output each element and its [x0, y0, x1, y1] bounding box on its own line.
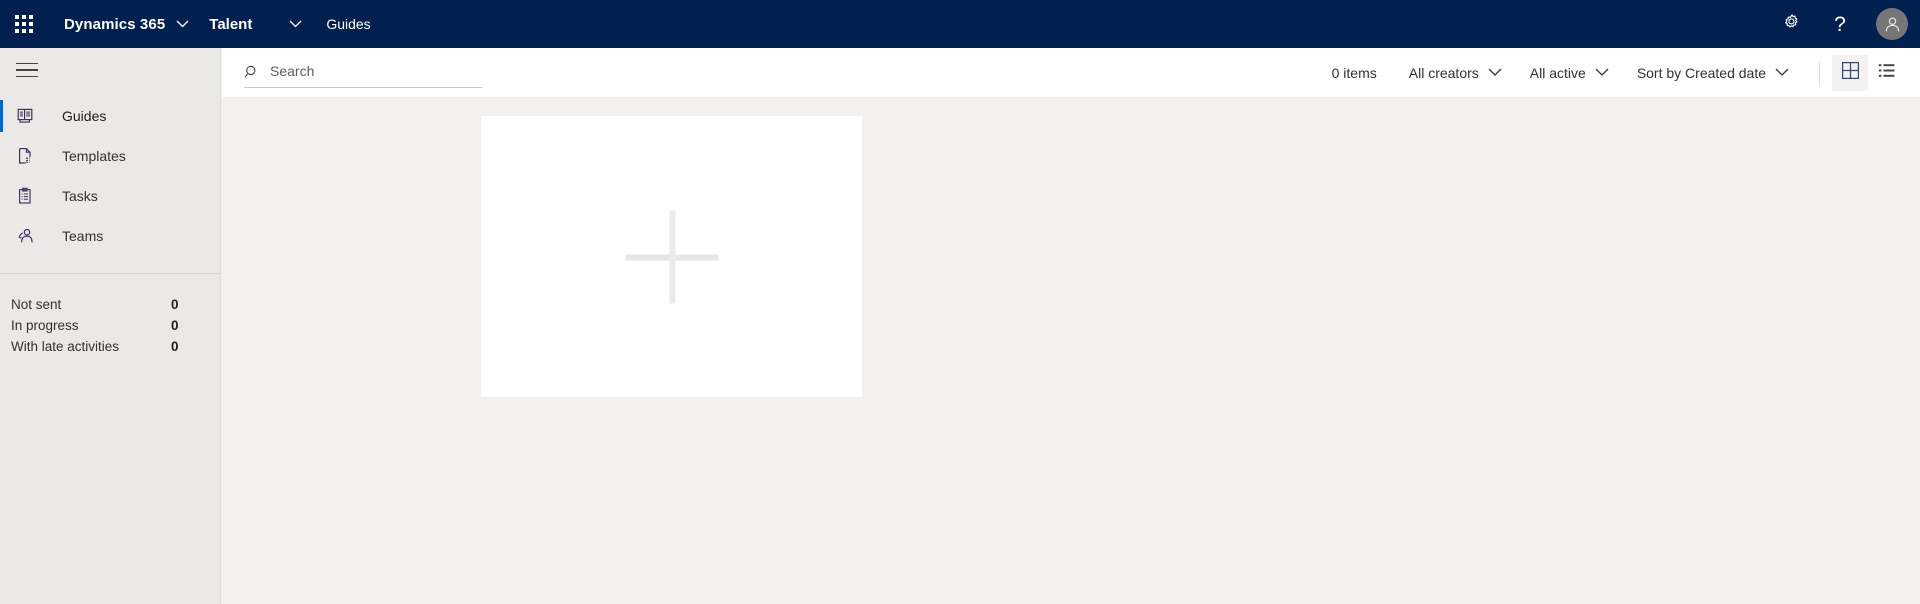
stat-row: In progress 0 — [11, 315, 220, 336]
command-bar-separator — [1819, 60, 1820, 85]
module-dropdown-button[interactable] — [278, 0, 312, 48]
brand-dropdown-button[interactable] — [165, 0, 199, 48]
user-account-button[interactable] — [1864, 0, 1920, 48]
create-new-guide-card[interactable] — [481, 116, 862, 397]
brand-title[interactable]: Dynamics 365 — [64, 16, 165, 33]
sidebar-nav-list: Guides Templates Tasks Teams — [0, 96, 220, 256]
grid-view-button[interactable] — [1832, 54, 1868, 91]
sidebar-item-tasks[interactable]: Tasks — [0, 176, 220, 216]
people-team-icon — [14, 225, 36, 247]
chevron-down-icon — [176, 20, 189, 28]
top-navigation-bar: Dynamics 365 Talent Guides ? — [0, 0, 1920, 48]
main-content-area — [222, 97, 1920, 604]
avatar — [1876, 8, 1908, 40]
sidebar-item-guides[interactable]: Guides — [0, 96, 220, 136]
stat-row: With late activities 0 — [11, 336, 220, 357]
clipboard-task-icon — [14, 185, 36, 207]
sidebar-item-teams[interactable]: Teams — [0, 216, 220, 256]
question-mark-icon: ? — [1834, 12, 1846, 36]
sidebar: Guides Templates Tasks Teams Not sent 0 … — [0, 48, 221, 604]
search-magnifier-icon — [244, 64, 266, 80]
help-button[interactable]: ? — [1816, 0, 1864, 48]
app-launcher-button[interactable] — [0, 0, 48, 48]
plus-icon — [625, 210, 718, 303]
filter-label: All active — [1529, 64, 1586, 81]
breadcrumb[interactable]: Guides — [326, 16, 370, 32]
search-input[interactable] — [266, 63, 466, 81]
stat-value: 0 — [171, 339, 179, 354]
settings-button[interactable] — [1768, 0, 1816, 48]
document-page-icon — [14, 145, 36, 167]
selection-indicator — [0, 100, 3, 132]
stat-label: In progress — [11, 318, 79, 333]
chevron-down-icon — [1595, 68, 1609, 77]
filter-all-active[interactable]: All active — [1524, 57, 1615, 89]
command-bar: 0 items All creators All active Sort by … — [222, 48, 1920, 97]
guides-book-icon — [14, 105, 36, 127]
hamburger-menu-icon[interactable] — [3, 48, 51, 92]
stat-label: Not sent — [11, 297, 62, 312]
list-view-button[interactable] — [1868, 55, 1904, 91]
sidebar-stats: Not sent 0 In progress 0 With late activ… — [0, 274, 220, 357]
sidebar-item-templates[interactable]: Templates — [0, 136, 220, 176]
chevron-down-icon — [289, 20, 302, 28]
filter-all-creators[interactable]: All creators — [1403, 57, 1508, 89]
grid-view-icon — [1841, 61, 1860, 85]
stat-value: 0 — [171, 297, 179, 312]
sort-by-dropdown[interactable]: Sort by Created date — [1631, 57, 1795, 89]
module-title[interactable]: Talent — [209, 16, 252, 33]
stat-value: 0 — [171, 318, 179, 333]
filter-label: All creators — [1408, 64, 1479, 81]
sidebar-item-label: Templates — [62, 148, 126, 164]
waffle-grid-icon — [15, 15, 33, 33]
gear-icon — [1782, 12, 1802, 37]
sidebar-item-label: Guides — [62, 108, 107, 124]
chevron-down-icon — [1488, 68, 1502, 77]
stat-label: With late activities — [11, 339, 120, 354]
chevron-down-icon — [1775, 68, 1789, 77]
search-box[interactable] — [244, 58, 482, 88]
sidebar-item-label: Tasks — [62, 188, 98, 204]
list-view-icon — [1877, 61, 1896, 85]
sidebar-item-label: Teams — [62, 228, 104, 244]
stat-row: Not sent 0 — [11, 294, 220, 315]
item-count-label: 0 items — [1331, 64, 1377, 81]
sort-label: Sort by Created date — [1636, 64, 1766, 81]
